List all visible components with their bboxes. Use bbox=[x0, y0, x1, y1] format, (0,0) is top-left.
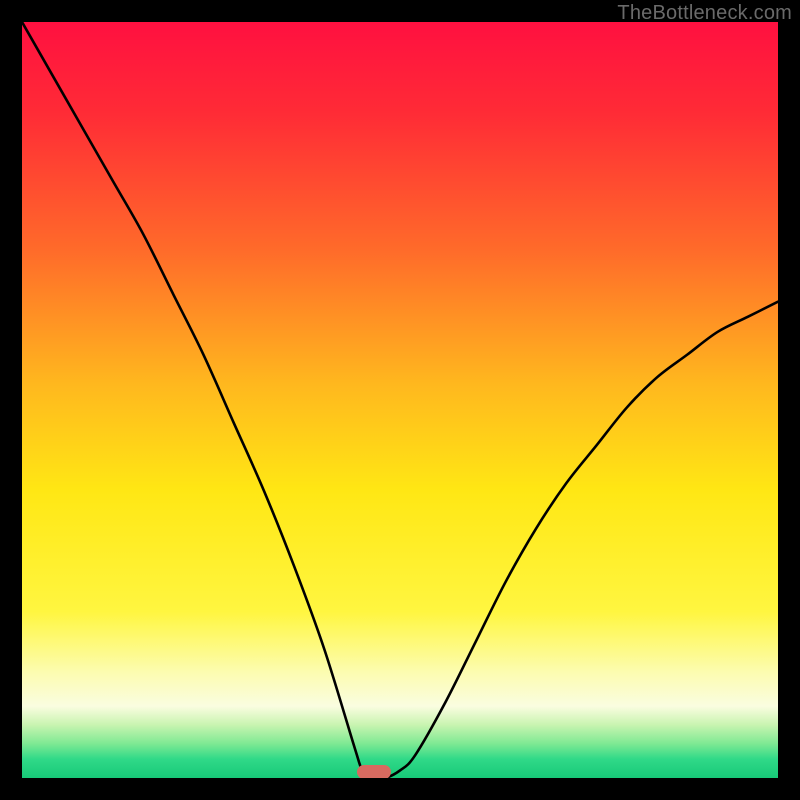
optimum-marker bbox=[357, 765, 391, 778]
curve-layer bbox=[22, 22, 778, 778]
bottleneck-curve bbox=[22, 22, 778, 778]
chart-frame: TheBottleneck.com bbox=[0, 0, 800, 800]
plot-area bbox=[22, 22, 778, 778]
